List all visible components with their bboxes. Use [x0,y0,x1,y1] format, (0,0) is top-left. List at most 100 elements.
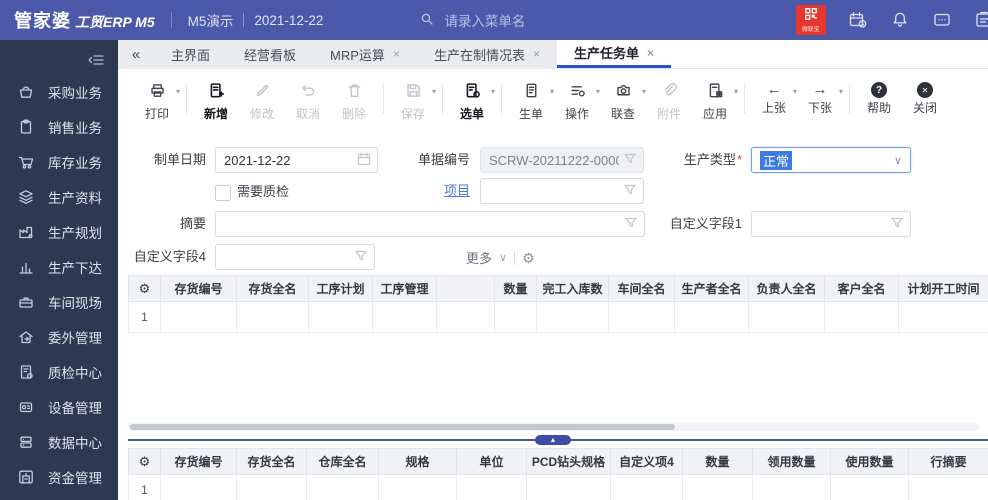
column-header[interactable]: 使用数量 [830,448,909,475]
grid-settings-gear-icon[interactable]: ⚙ [128,448,161,475]
column-header[interactable]: 自定义项4 [610,448,683,475]
production-type-select[interactable]: 正常 ∨ [751,147,911,173]
grid-cell[interactable] [830,474,909,500]
sidebar-item-workshop[interactable]: 车间现场 [0,284,118,319]
menu-search[interactable]: 请录入菜单名 [419,10,525,30]
calendar-clock-icon[interactable] [848,10,868,30]
column-header[interactable]: 存货全名 [236,448,307,475]
project-input[interactable] [480,178,644,204]
generate-order-button[interactable]: 生单 ▾ [508,82,554,120]
column-header[interactable]: 计划开工时间 [898,275,988,302]
column-header[interactable]: 负责人全名 [748,275,825,302]
edit-button[interactable]: 修改 [239,82,285,120]
column-header[interactable]: 车间全名 [608,275,675,302]
column-header[interactable]: 数量 [494,275,537,302]
grid-cell[interactable] [682,474,753,500]
column-header[interactable]: 领用数量 [752,448,831,475]
caret-down-icon[interactable]: ▾ [839,87,843,96]
grid-cell[interactable] [748,301,825,333]
close-icon[interactable]: × [533,47,540,61]
column-header[interactable] [436,275,495,302]
filter-icon[interactable] [623,152,637,166]
custom-field4-input[interactable] [215,244,375,270]
add-button[interactable]: 新增 [193,82,239,120]
delete-button[interactable]: 删除 [331,82,377,120]
next-doc-button[interactable]: → 下张 ▾ [797,82,843,115]
sidebar-item-sales[interactable]: 销售业务 [0,109,118,144]
grid-cell[interactable] [536,301,609,333]
print-button[interactable]: 打印 ▾ [134,82,180,120]
grid-cell[interactable] [674,301,749,333]
row-number[interactable]: 1 [128,301,161,333]
sidebar-item-partial[interactable] [0,494,118,500]
sidebar-collapse-icon[interactable] [86,50,106,70]
tab-home[interactable]: 主界面 [154,40,227,68]
column-header[interactable]: 工序计划 [308,275,373,302]
grid-cell[interactable] [308,301,373,333]
column-header[interactable]: 单位 [456,448,527,475]
close-button[interactable]: ✕ 关闭 [902,82,948,114]
horizontal-scrollbar[interactable] [128,423,980,431]
grid-cell[interactable] [160,301,237,333]
tab-wip-report[interactable]: 生产在制情况表 × [417,40,557,68]
column-header[interactable]: 客户全名 [824,275,899,302]
grid-cell[interactable] [236,301,309,333]
date-field[interactable] [215,147,378,173]
row-number[interactable]: 1 [128,474,161,500]
chevron-down-icon[interactable]: ∨ [894,154,902,167]
grid-cell[interactable] [898,301,988,333]
help-button[interactable]: ? 帮助 [856,82,902,114]
grid-cell[interactable] [372,301,437,333]
column-header[interactable]: 存货编号 [160,275,237,302]
tab-dashboard[interactable]: 经营看板 [227,40,313,68]
grid-cell[interactable] [824,301,899,333]
qr-promo-badge[interactable]: 微联宝 [796,5,826,35]
calendar-icon[interactable] [357,152,371,166]
column-header[interactable]: 工序管理 [372,275,437,302]
column-header[interactable]: 存货全名 [236,275,309,302]
sidebar-item-inventory[interactable]: 库存业务 [0,144,118,179]
grid-cell[interactable] [526,474,611,500]
grid-cell[interactable] [494,301,537,333]
grid-cell[interactable] [378,474,457,500]
more-toggle[interactable]: 更多 ∨ ⚙ [466,248,535,267]
attachment-button[interactable]: 附件 [646,82,692,120]
filter-icon[interactable] [890,216,904,230]
date-input[interactable] [215,147,378,173]
custom-field4[interactable] [215,244,375,270]
caret-down-icon[interactable]: ▾ [491,87,495,96]
grid-settings-gear-icon[interactable]: ⚙ [128,275,161,302]
clipboard-icon[interactable] [974,10,988,30]
caret-down-icon[interactable]: ▾ [734,87,738,96]
sidebar-item-production-planning[interactable]: 生产规划 [0,214,118,249]
sidebar-item-purchase[interactable]: 采购业务 [0,74,118,109]
filter-icon[interactable] [354,249,368,263]
save-button[interactable]: 保存 ▾ [390,82,436,120]
apply-button[interactable]: 应用 ▾ [692,82,738,120]
grid-cell[interactable] [908,474,988,500]
sidebar-item-funds[interactable]: 资金管理 [0,459,118,494]
sidebar-item-data-center[interactable]: 数据中心 [0,424,118,459]
column-header[interactable]: 数量 [682,448,753,475]
filter-icon[interactable] [623,183,637,197]
tab-mrp[interactable]: MRP运算 × [313,40,417,68]
grid-cell[interactable] [236,474,307,500]
pick-order-button[interactable]: 选单 ▾ [449,82,495,120]
grid-cell[interactable] [610,474,683,500]
custom-field1[interactable] [751,211,911,237]
column-header[interactable]: 完工入库数 [536,275,609,302]
column-header[interactable]: 行摘要 [908,448,988,475]
operate-button[interactable]: 操作 ▾ [554,82,600,120]
custom-field1-input[interactable] [751,211,911,237]
project-link-label[interactable]: 项目 [390,178,470,204]
sidebar-item-outsourcing[interactable]: 委外管理 [0,319,118,354]
bell-icon[interactable] [890,10,910,30]
caret-down-icon[interactable]: ▾ [176,87,180,96]
project-field[interactable] [480,178,644,204]
link-query-button[interactable]: 联查 ▾ [600,82,646,120]
grid-cell[interactable] [306,474,379,500]
grid-cell[interactable] [608,301,675,333]
column-header[interactable]: 存货编号 [160,448,237,475]
qc-checkbox-label[interactable]: 需要质检 [237,184,289,200]
grid-cell[interactable] [752,474,831,500]
